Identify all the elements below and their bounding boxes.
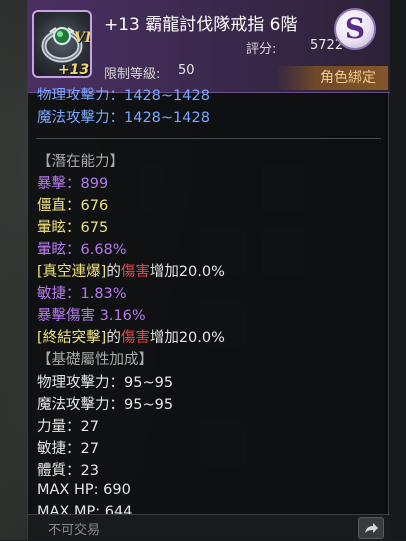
base-magic-attack: 魔法攻擊力：95~95 [37,397,174,413]
skill-bonus-attribute: 傷害 [120,264,150,280]
latent-stiffness: 僵直：676 [37,198,109,214]
item-enhancement-label: +13 [58,62,90,78]
score-label: 評分: [246,42,277,57]
item-name: +13 霸龍討伐隊戒指 6階 [104,15,298,35]
untradeable-label: 不可交易 [48,523,101,538]
latent-agility-percent: 敏捷：1.83% [37,286,127,302]
tooltip-header: VI +13 +13 霸龍討伐隊戒指 6階 評分: 5722 限制等級: 50 … [28,0,390,93]
latent-critical: 暴擊：899 [37,176,109,192]
share-arrow-icon [365,523,378,533]
latent-ability-header: 【潛在能力】 [37,154,124,170]
tooltip-footer: 不可交易 [28,514,390,541]
section-divider [36,138,381,139]
base-max-mp: MAX MP: 644 [37,504,133,514]
item-tier-label: VI [74,30,92,46]
skill-bonus-connector: 的 [106,264,121,280]
share-button[interactable] [358,517,384,539]
base-agility: 敏捷：27 [37,441,99,457]
base-max-hp: MAX HP: 690 [37,482,131,498]
character-bound-tag: 角色綁定 [276,66,388,90]
skill-bonus-amount: 增加20.0% [149,330,225,346]
stat-physical-attack: 物理攻擊力：1428~1428 [37,88,210,102]
latent-critical-damage: 暴擊傷害 3.16% [37,308,146,324]
latent-stun: 暈眩：675 [37,220,109,236]
skill-name: [真空連爆] [37,264,107,280]
skill-bonus-amount: 增加20.0% [149,264,225,280]
skill-bonus-final-assault: [終結突擊]的傷害增加20.0% [37,326,225,347]
skill-bonus-vacuum-burst: [真空連爆]的傷害增加20.0% [37,260,225,281]
skill-bonus-attribute: 傷害 [120,330,150,346]
base-attributes-header: 【基礎屬性加成】 [37,352,153,368]
level-requirement-value: 50 [178,63,195,78]
base-strength: 力量：27 [37,419,99,435]
skill-name: [終結突擊] [37,330,107,346]
item-tooltip: VI +13 +13 霸龍討伐隊戒指 6階 評分: 5722 限制等級: 50 … [27,0,390,541]
stat-magic-attack: 魔法攻擊力：1428~1428 [37,110,210,126]
latent-stun-percent: 暈眩：6.68% [37,242,127,258]
level-requirement-label: 限制等級: [104,67,161,82]
skill-bonus-connector: 的 [106,330,121,346]
base-vitality: 體質：23 [37,463,99,479]
base-physical-attack: 物理攻擊力：95~95 [37,375,174,391]
grade-badge: S [334,8,376,50]
